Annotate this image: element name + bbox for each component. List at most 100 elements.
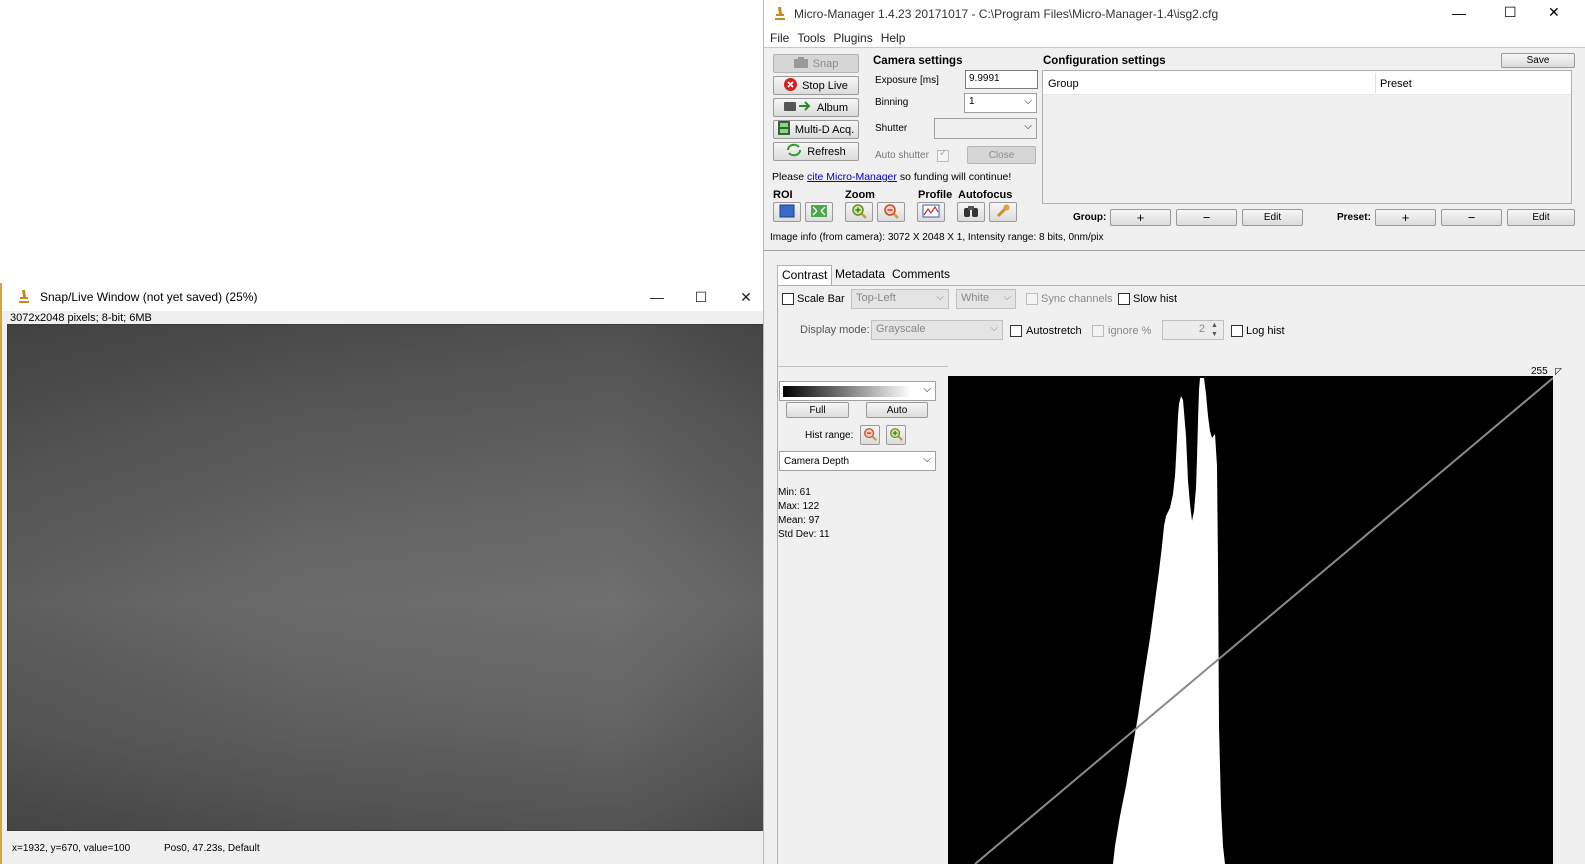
display-mode-select[interactable]: Grayscale ⌵: [871, 320, 1003, 340]
scale-bar-checkbox[interactable]: [782, 293, 794, 305]
zoom-out-icon: [883, 203, 899, 222]
remove-preset-button[interactable]: −: [1441, 209, 1502, 226]
maximize-icon[interactable]: ☐: [678, 283, 724, 311]
camera-settings-heading: Camera settings: [873, 55, 963, 67]
album-button[interactable]: Album: [773, 98, 859, 117]
edit-preset-button[interactable]: Edit: [1507, 209, 1575, 226]
full-range-button[interactable]: Full: [786, 402, 849, 418]
hist-zoom-in-button[interactable]: [886, 425, 906, 445]
shutter-close-button[interactable]: Close: [967, 146, 1036, 164]
autofocus-button[interactable]: [957, 202, 985, 222]
log-hist-label: Log hist: [1246, 325, 1285, 337]
chevron-down-icon: ⌵: [1003, 292, 1011, 303]
column-divider: [1375, 73, 1376, 93]
chevron-down-icon: ⌵: [1024, 121, 1032, 132]
scale-bar-color-select[interactable]: White ⌵: [956, 289, 1016, 309]
minimize-icon[interactable]: —: [634, 283, 680, 311]
exposure-field[interactable]: 9.9991: [965, 70, 1038, 89]
tab-metadata[interactable]: Metadata: [831, 265, 889, 285]
camera-image-info: Image info (from camera): 3072 X 2048 X …: [770, 232, 1104, 243]
spinner-arrows-icon[interactable]: ▲ ▼: [1211, 321, 1218, 339]
set-roi-button[interactable]: [773, 202, 801, 222]
edit-group-button[interactable]: Edit: [1242, 209, 1303, 226]
chevron-down-icon: ⌵: [990, 323, 998, 334]
binning-select[interactable]: 1 ⌵: [964, 93, 1037, 113]
lut-curve: [974, 377, 1553, 864]
tab-comments[interactable]: Comments: [888, 265, 954, 285]
save-config-button[interactable]: Save: [1501, 53, 1575, 68]
sync-channels-label: Sync channels: [1041, 293, 1113, 305]
camera-icon: [793, 56, 808, 71]
column-header-preset[interactable]: Preset: [1380, 78, 1412, 90]
zoom-in-icon: [889, 427, 903, 444]
roi-icon: [779, 204, 795, 221]
album-camera-icon: [783, 100, 812, 115]
configuration-settings-heading: Configuration settings: [1043, 55, 1166, 67]
zoom-in-button[interactable]: [845, 202, 873, 222]
ignore-percent-checkbox[interactable]: [1092, 325, 1104, 337]
slow-hist-checkbox[interactable]: [1118, 293, 1130, 305]
menu-file[interactable]: File: [770, 31, 789, 45]
refresh-icon: [786, 143, 802, 160]
chevron-down-icon: ⌵: [923, 384, 931, 395]
max-handle-icon[interactable]: ◸: [1555, 366, 1562, 377]
binoculars-icon: [963, 204, 979, 221]
column-header-group[interactable]: Group: [1048, 78, 1079, 90]
stop-live-button[interactable]: Stop Live: [773, 76, 859, 95]
add-preset-button[interactable]: +: [1375, 209, 1436, 226]
stop-icon: [784, 77, 798, 94]
menu-plugins[interactable]: Plugins: [833, 31, 872, 45]
sync-channels-checkbox[interactable]: [1026, 293, 1038, 305]
stat-std-dev: Std Dev: 11: [778, 529, 830, 540]
auto-range-button[interactable]: Auto: [866, 402, 928, 418]
autostretch-label: Autostretch: [1026, 325, 1082, 337]
histogram-fill: [1113, 378, 1225, 864]
remove-group-button[interactable]: −: [1176, 209, 1237, 226]
chevron-down-icon: ⌵: [936, 292, 944, 303]
menu-help[interactable]: Help: [881, 31, 906, 45]
hist-zoom-out-button[interactable]: [860, 425, 880, 445]
micro-manager-main-window: Micro-Manager 1.4.23 20171017 - C:\Progr…: [763, 0, 1585, 864]
autofocus-settings-button[interactable]: [989, 202, 1017, 222]
chevron-down-icon: ⌵: [923, 454, 931, 465]
shutter-select[interactable]: ⌵: [934, 118, 1037, 139]
configuration-table-header: Group Preset: [1043, 71, 1571, 95]
configuration-table[interactable]: Group Preset: [1042, 70, 1572, 204]
multi-d-acq-button[interactable]: Multi-D Acq.: [773, 120, 859, 139]
cite-text: Please cite Micro-Manager so funding wil…: [772, 171, 1012, 183]
shutter-label: Shutter: [875, 123, 908, 134]
snap-button[interactable]: Snap: [773, 54, 859, 73]
auto-shutter-checkbox[interactable]: ✓: [937, 148, 949, 162]
close-icon[interactable]: ✕: [1548, 4, 1560, 21]
expand-icon: [810, 204, 828, 221]
autofocus-label: Autofocus: [958, 189, 1013, 201]
exposure-label: Exposure [ms]: [875, 75, 939, 86]
line-profile-button[interactable]: [917, 202, 945, 222]
wrench-icon: [995, 203, 1011, 222]
autostretch-checkbox[interactable]: [1010, 325, 1022, 337]
film-icon: [777, 121, 790, 138]
lut-select[interactable]: ⌵: [779, 381, 936, 401]
gradient-swatch: [783, 386, 911, 397]
minimize-icon[interactable]: —: [1452, 5, 1466, 21]
refresh-button[interactable]: Refresh: [773, 142, 859, 161]
auto-shutter-label: Auto shutter: [875, 150, 929, 161]
main-window-title: Micro-Manager 1.4.23 20171017 - C:\Progr…: [794, 7, 1219, 21]
maximize-icon[interactable]: ☐: [1504, 4, 1517, 21]
scale-bar-position-select[interactable]: Top-Left ⌵: [851, 289, 949, 309]
stat-min: Min: 61: [778, 487, 811, 498]
pixel-readout: x=1932, y=670, value=100: [12, 843, 131, 854]
log-hist-checkbox[interactable]: [1231, 325, 1243, 337]
main-titlebar[interactable]: Micro-Manager 1.4.23 20171017 - C:\Progr…: [764, 0, 1585, 28]
full-roi-button[interactable]: [805, 202, 833, 222]
microscope-icon: [772, 6, 788, 25]
bit-depth-select[interactable]: Camera Depth ⌵: [779, 451, 936, 471]
cite-link[interactable]: cite Micro-Manager: [807, 171, 897, 183]
zoom-out-button[interactable]: [877, 202, 905, 222]
tab-contrast[interactable]: Contrast: [777, 265, 833, 285]
live-image-canvas[interactable]: [7, 324, 769, 831]
menu-tools[interactable]: Tools: [797, 31, 825, 45]
zoom-in-icon: [851, 203, 867, 222]
histogram-canvas[interactable]: [948, 376, 1553, 864]
add-group-button[interactable]: +: [1110, 209, 1171, 226]
